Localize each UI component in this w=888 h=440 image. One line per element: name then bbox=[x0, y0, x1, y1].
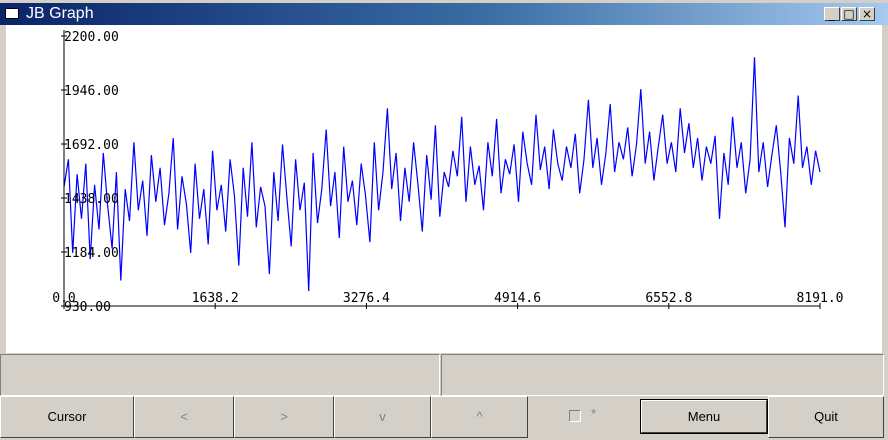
maximize-button[interactable]: □ bbox=[841, 7, 857, 21]
y-tick-label: 1946.00 bbox=[64, 84, 119, 99]
status-panel-left bbox=[0, 354, 440, 396]
window-icon bbox=[5, 8, 19, 19]
y-tick-label: 1692.00 bbox=[64, 138, 119, 153]
series-line bbox=[63, 57, 821, 292]
status-panel-right bbox=[441, 354, 884, 396]
scroll-left-button[interactable]: < bbox=[134, 396, 234, 438]
cursor-button[interactable]: Cursor bbox=[0, 396, 134, 438]
scroll-right-button[interactable]: > bbox=[234, 396, 334, 438]
x-tick-label: 8191.0 bbox=[797, 291, 844, 306]
star-checkbox[interactable] bbox=[569, 410, 581, 422]
window-title: JB Graph bbox=[26, 5, 94, 22]
star-label: * bbox=[591, 406, 597, 421]
title-bar[interactable]: JB Graph _ □ × bbox=[0, 3, 888, 25]
x-tick-label: 4914.6 bbox=[494, 291, 541, 306]
scroll-up-button[interactable]: ^ bbox=[431, 396, 528, 438]
x-tick-label: 0.0 bbox=[52, 291, 75, 306]
minimize-button[interactable]: _ bbox=[824, 7, 840, 21]
star-toggle[interactable]: * bbox=[528, 396, 640, 438]
scroll-down-button[interactable]: v bbox=[334, 396, 431, 438]
graph-svg: 2200.001946.001692.001438.001184.00930.0… bbox=[52, 30, 844, 315]
y-tick-label: 1438.00 bbox=[64, 192, 119, 207]
menu-button[interactable]: Menu bbox=[641, 400, 767, 433]
y-tick-label: 2200.00 bbox=[64, 30, 119, 45]
x-tick-label: 3276.4 bbox=[343, 291, 390, 306]
x-tick-label: 6552.8 bbox=[645, 291, 692, 306]
graph-area[interactable]: 2200.00 1946.00 1692.00 1438.00 1184.00 930.0… bbox=[6, 25, 882, 353]
y-tick-label: 1184.00 bbox=[64, 246, 119, 261]
app-window: JB Graph _ □ × 2200.00 1946.00 1692.00 1438… bbox=[0, 0, 888, 440]
close-button[interactable]: × bbox=[859, 7, 875, 21]
x-tick-label: 1638.2 bbox=[192, 291, 239, 306]
quit-button[interactable]: Quit bbox=[768, 396, 884, 438]
